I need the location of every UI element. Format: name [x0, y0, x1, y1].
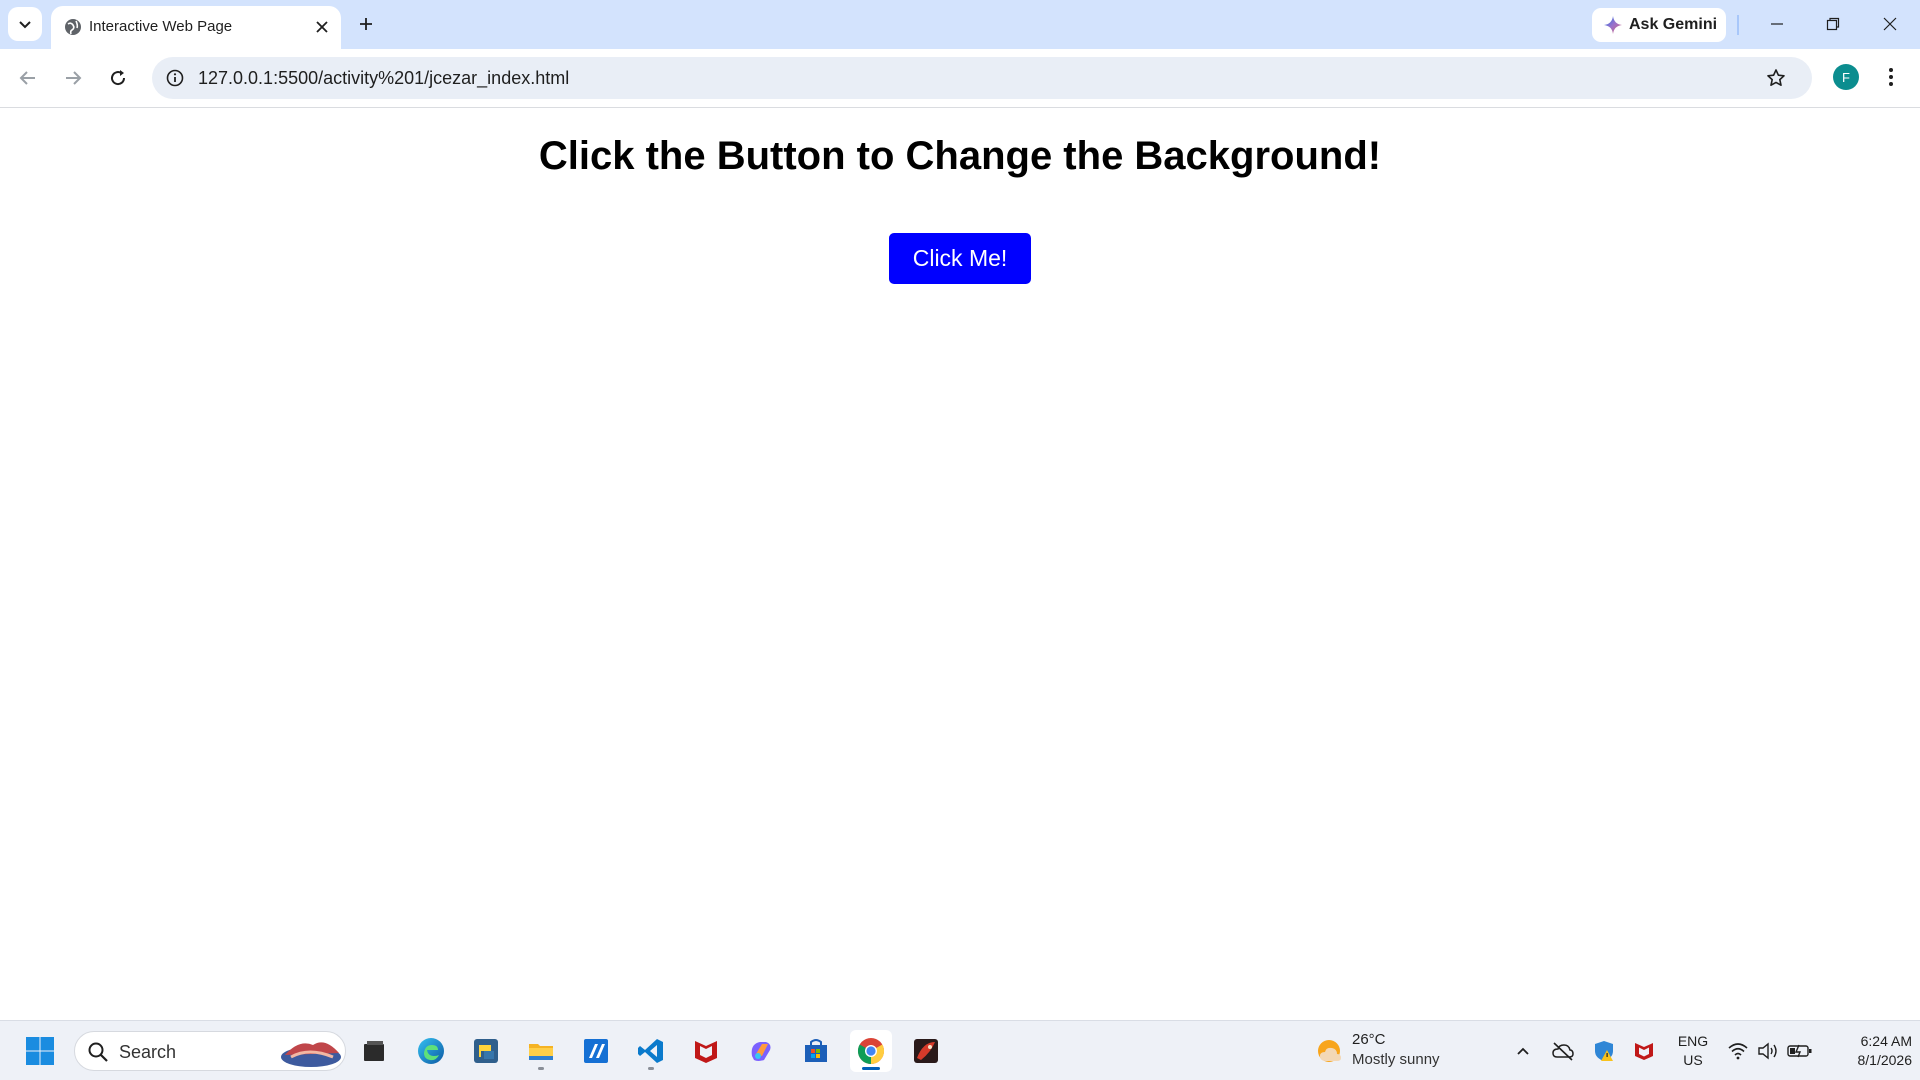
edit-app-icon: [584, 1039, 608, 1063]
folder-icon: [529, 1044, 553, 1060]
site-info-button[interactable]: [162, 65, 188, 91]
tab-close-button[interactable]: [310, 15, 334, 39]
edge-icon: [418, 1038, 444, 1064]
minimize-icon: [1771, 23, 1783, 25]
url-text[interactable]: 127.0.0.1:5500/activity%201/jcezar_index…: [198, 68, 569, 89]
back-button[interactable]: [11, 61, 45, 95]
wifi-icon: [1728, 1043, 1748, 1060]
weather-desc: Mostly sunny: [1352, 1051, 1440, 1068]
tab-search-button[interactable]: [8, 7, 42, 41]
tab-title: Interactive Web Page: [89, 18, 233, 35]
file-explorer-dark-icon: [364, 1041, 384, 1061]
search-label: Search: [119, 1042, 177, 1062]
tab-interactive-web-page[interactable]: Interactive Web Page: [51, 6, 341, 49]
browser-toolbar: 127.0.0.1:5500/activity%201/jcezar_index…: [0, 49, 1920, 108]
forward-button[interactable]: [56, 61, 90, 95]
clock-date: 8/1/2026: [1857, 1052, 1913, 1068]
battery-charging-icon: [1787, 1044, 1812, 1058]
search-icon: [88, 1042, 108, 1062]
taskbar-app-mcafee[interactable]: [685, 1030, 727, 1072]
gemini-sparkle-icon: [1604, 16, 1622, 34]
taskbar-app-store[interactable]: [795, 1030, 837, 1072]
region-code: US: [1683, 1052, 1703, 1068]
close-window-button[interactable]: [1866, 6, 1914, 42]
page-viewport: Click the Button to Change the Backgroun…: [0, 109, 1920, 1020]
bookmark-star-button[interactable]: [1763, 65, 1789, 91]
python-icon: [474, 1039, 498, 1063]
restore-icon: [1826, 17, 1840, 31]
cloud-off-icon: [1552, 1042, 1574, 1061]
close-icon: [316, 21, 328, 33]
tray-wifi[interactable]: [1725, 1039, 1751, 1063]
tray-mcafee[interactable]: [1631, 1039, 1657, 1063]
new-tab-button[interactable]: [352, 10, 380, 38]
chevron-up-icon: [1517, 1047, 1529, 1055]
start-button[interactable]: [19, 1030, 61, 1072]
taskbar-search[interactable]: Search: [74, 1031, 346, 1071]
running-indicator: [648, 1067, 654, 1070]
browser-menu-button[interactable]: [1876, 62, 1906, 92]
taskbar-app-edge[interactable]: [410, 1030, 452, 1072]
arrow-right-icon: [66, 71, 82, 85]
ask-gemini-button[interactable]: Ask Gemini: [1592, 8, 1726, 42]
taskbar: Search 26°C Mostly sunny ENG US 6:24 AM …: [0, 1020, 1920, 1080]
info-icon: [166, 69, 184, 87]
taskbar-app-file-explorer[interactable]: [520, 1030, 562, 1072]
partly-sunny-icon: [1318, 1040, 1341, 1062]
tray-battery[interactable]: [1787, 1039, 1813, 1063]
taskbar-app-terminal[interactable]: [353, 1030, 395, 1072]
active-indicator: [862, 1067, 880, 1070]
taskbar-app-python[interactable]: [465, 1030, 507, 1072]
windows-logo-icon: [26, 1037, 54, 1065]
tabstrip-divider: [1737, 15, 1739, 35]
page-heading: Click the Button to Change the Backgroun…: [538, 134, 1382, 178]
close-icon: [1883, 17, 1897, 31]
arrow-left-icon: [19, 71, 35, 85]
tray-security[interactable]: [1591, 1039, 1617, 1063]
game-icon: [914, 1039, 938, 1063]
chrome-icon: [857, 1038, 885, 1065]
more-vertical-icon: [1889, 68, 1893, 86]
restore-button[interactable]: [1809, 6, 1857, 42]
tray-onedrive-offline[interactable]: [1550, 1039, 1576, 1063]
search-highlight-image-icon: [281, 1042, 341, 1067]
taskbar-app-vscode[interactable]: [630, 1030, 672, 1072]
globe-icon: [65, 19, 81, 35]
taskbar-app-editor[interactable]: [575, 1030, 617, 1072]
taskbar-app-chrome[interactable]: [850, 1030, 892, 1072]
star-icon: [1767, 69, 1785, 86]
show-hidden-icons-button[interactable]: [1510, 1039, 1536, 1063]
profile-avatar[interactable]: F: [1833, 64, 1859, 90]
store-icon: [805, 1039, 827, 1062]
volume-icon: [1758, 1042, 1777, 1060]
taskbar-app-copilot[interactable]: [740, 1030, 782, 1072]
input-language-indicator[interactable]: ENG US: [1674, 1032, 1712, 1070]
ask-gemini-label: Ask Gemini: [1629, 16, 1718, 33]
weather-temp: 26°C: [1352, 1031, 1386, 1048]
shield-warning-icon: [1595, 1041, 1613, 1061]
running-indicator: [538, 1067, 544, 1070]
change-background-button[interactable]: Click Me!: [889, 233, 1031, 284]
reload-icon: [111, 70, 126, 86]
mcafee-icon: [695, 1041, 717, 1063]
lang-code: ENG: [1677, 1033, 1709, 1049]
clock-time: 6:24 AM: [1860, 1033, 1912, 1049]
minimize-button[interactable]: [1753, 6, 1801, 42]
plus-icon: [360, 18, 372, 30]
address-bar[interactable]: 127.0.0.1:5500/activity%201/jcezar_index…: [152, 57, 1812, 99]
tray-volume[interactable]: [1755, 1039, 1781, 1063]
reload-button[interactable]: [101, 61, 135, 95]
taskbar-app-game[interactable]: [905, 1030, 947, 1072]
chevron-down-icon: [19, 21, 31, 29]
weather-widget[interactable]: 26°C Mostly sunny: [1312, 1029, 1452, 1073]
system-clock[interactable]: 6:24 AM 8/1/2026: [1820, 1032, 1913, 1070]
copilot-icon: [751, 1042, 771, 1061]
vscode-icon: [638, 1039, 663, 1063]
tab-strip: Interactive Web Page Ask Gemini: [0, 0, 1920, 49]
mcafee-icon: [1635, 1043, 1653, 1060]
